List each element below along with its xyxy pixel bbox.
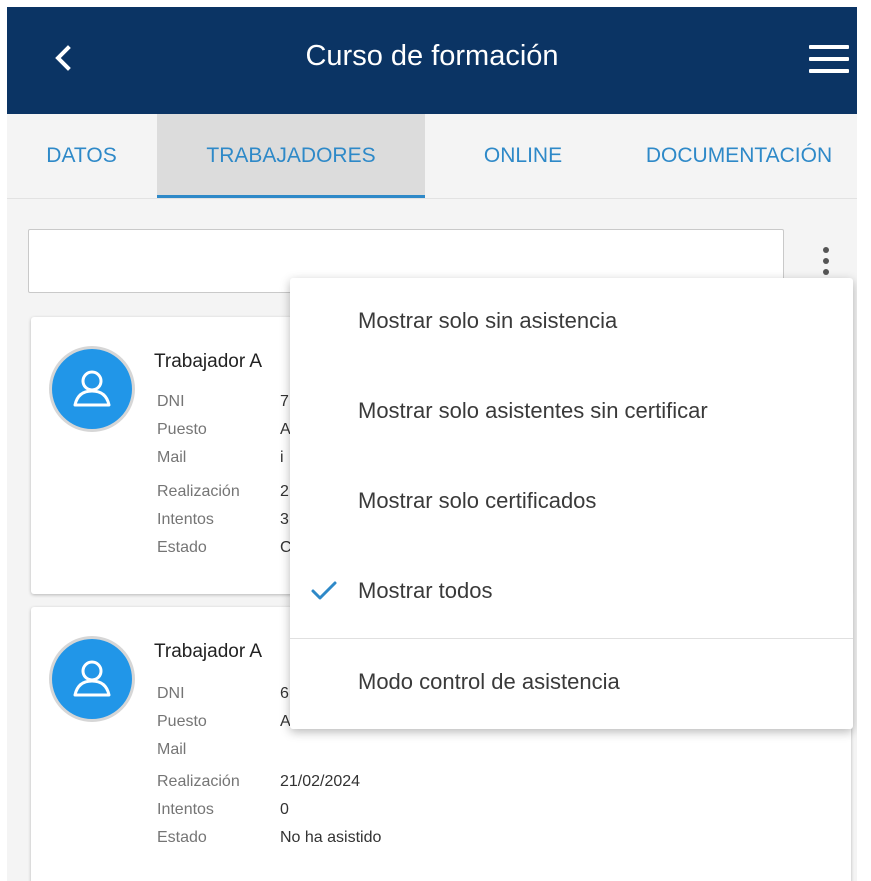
field-value: No ha asistido bbox=[280, 829, 382, 846]
tab-bar: DATOS TRABAJADORES ONLINE DOCUMENTACIÓN bbox=[7, 114, 857, 199]
field-label: DNI bbox=[157, 685, 185, 702]
menu-item-label: Mostrar solo certificados bbox=[358, 488, 597, 513]
field-value: 3 bbox=[280, 511, 289, 528]
field-value: 0 bbox=[280, 801, 289, 818]
menu-item-sin-certificar[interactable]: Mostrar solo asistentes sin certificar bbox=[290, 368, 853, 458]
field-label: Realización bbox=[157, 773, 240, 790]
user-icon bbox=[73, 370, 111, 407]
user-icon bbox=[73, 660, 111, 697]
field-label: DNI bbox=[157, 393, 185, 410]
page-title: Curso de formación bbox=[305, 40, 559, 72]
menu-item-label: Modo control de asistencia bbox=[358, 669, 620, 694]
field-label: Intentos bbox=[157, 801, 214, 818]
app-frame: Curso de formación DATOS TRABAJADORES ON… bbox=[7, 7, 857, 881]
user-avatar bbox=[52, 639, 132, 719]
check-icon bbox=[311, 581, 337, 600]
field-label: Mail bbox=[157, 741, 187, 758]
tab-datos[interactable]: DATOS bbox=[7, 114, 156, 198]
field-value: 6 bbox=[280, 685, 289, 702]
field-value: 7 bbox=[280, 393, 289, 410]
field-label: Mail bbox=[157, 449, 187, 466]
field-value: 21/02/2024 bbox=[280, 773, 361, 790]
menu-item-label: Mostrar todos bbox=[358, 578, 493, 603]
hamburger-menu-icon[interactable] bbox=[809, 45, 851, 75]
tab-trabajadores[interactable]: TRABAJADORES bbox=[157, 114, 425, 198]
worker-name: Trabajador A bbox=[154, 641, 263, 662]
menu-item-label: Mostrar solo asistentes sin certificar bbox=[358, 398, 708, 423]
user-avatar bbox=[52, 349, 132, 429]
menu-item-sin-asistencia[interactable]: Mostrar solo sin asistencia bbox=[290, 278, 853, 368]
field-label: Puesto bbox=[157, 713, 207, 730]
field-label: Estado bbox=[157, 539, 207, 556]
field-value: i bbox=[280, 449, 284, 466]
menu-item-mostrar-todos[interactable]: Mostrar todos bbox=[290, 548, 853, 638]
field-label: Puesto bbox=[157, 421, 207, 438]
menu-item-certificados[interactable]: Mostrar solo certificados bbox=[290, 458, 853, 548]
field-label: Realización bbox=[157, 483, 240, 500]
worker-name: Trabajador A bbox=[154, 351, 263, 372]
filter-dropdown-menu: Mostrar solo sin asistencia Mostrar solo… bbox=[290, 278, 853, 729]
field-value: 2 bbox=[280, 483, 289, 500]
field-label: Estado bbox=[157, 829, 207, 846]
app-header: Curso de formación bbox=[7, 7, 857, 114]
tab-online[interactable]: ONLINE bbox=[425, 114, 621, 198]
menu-item-label: Mostrar solo sin asistencia bbox=[358, 308, 618, 333]
menu-item-control-asistencia[interactable]: Modo control de asistencia bbox=[290, 639, 853, 729]
tab-documentacion[interactable]: DOCUMENTACIÓN bbox=[621, 114, 857, 198]
field-label: Intentos bbox=[157, 511, 214, 528]
